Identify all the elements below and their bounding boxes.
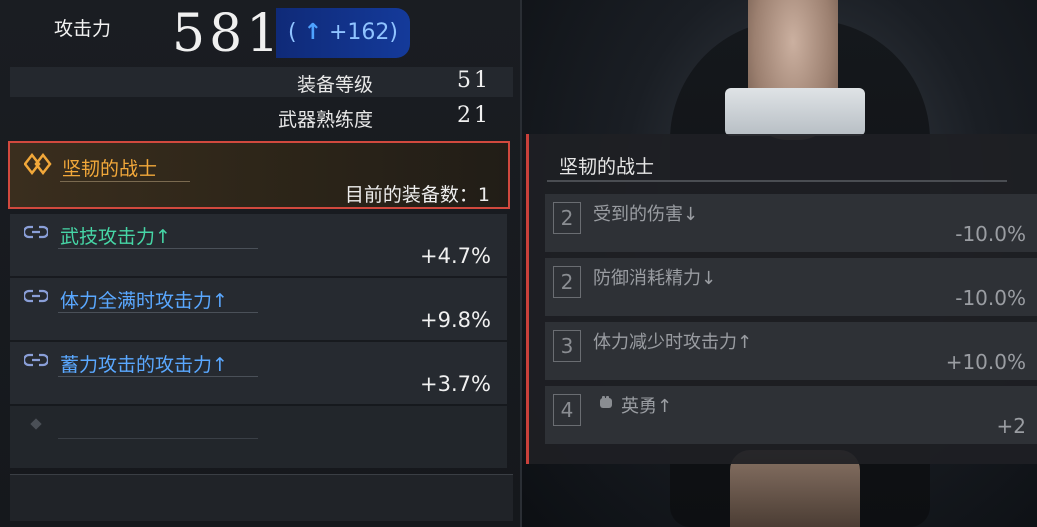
required-pieces-badge: 2 <box>553 202 581 234</box>
delta-open-paren: ( <box>287 20 297 45</box>
effect-name: 英勇↑ <box>621 396 673 417</box>
stat-row-weapon-proficiency: 武器熟练度 21 <box>10 102 513 132</box>
bonus-row[interactable]: 体力全满时攻击力↑ +9.8% <box>10 278 507 340</box>
bonus-name: 蓄力攻击的攻击力↑ <box>60 354 228 376</box>
fist-icon <box>597 394 615 412</box>
set-diamond-icon <box>23 152 52 176</box>
required-pieces-badge: 3 <box>553 330 581 362</box>
required-pieces-badge: 2 <box>553 266 581 298</box>
set-effect-row: 2 防御消耗精力↓ -10.0% <box>545 258 1037 316</box>
set-equipped-count: 目前的装备数：1 <box>344 184 490 206</box>
empty-underline <box>58 438 258 439</box>
set-name: 坚韧的战士 <box>62 158 158 180</box>
bonus-row[interactable]: 武技攻击力↑ +4.7% <box>10 214 507 276</box>
bonus-underline <box>58 248 258 249</box>
attack-delta-badge: ( ↑ +162) <box>276 8 410 58</box>
chain-link-icon <box>22 350 50 370</box>
effect-name: 受到的伤害↓ <box>593 204 699 225</box>
bonus-value: +3.7% <box>420 372 491 396</box>
bonus-name: 武技攻击力↑ <box>60 226 171 248</box>
effect-value: -10.0% <box>955 286 1026 310</box>
required-pieces-badge: 4 <box>553 394 581 426</box>
equipment-stats-panel: 攻击力 581 ( ↑ +162) 装备等级 51 武器熟练度 21 坚韧的战士… <box>0 0 522 527</box>
stat-label: 装备等级 <box>296 74 373 96</box>
delta-value: +162) <box>329 20 399 45</box>
set-effect-row: 3 体力减少时攻击力↑ +10.0% <box>545 322 1037 380</box>
stat-value: 51 <box>457 68 491 93</box>
bonus-name: 体力全满时攻击力↑ <box>60 290 228 312</box>
effect-name: 体力减少时攻击力↑ <box>593 332 753 353</box>
character-top <box>725 88 865 136</box>
bonus-row[interactable]: 蓄力攻击的攻击力↑ +3.7% <box>10 342 507 404</box>
bonus-underline <box>58 312 258 313</box>
stat-row-equip-level: 装备等级 51 <box>10 67 513 97</box>
set-detail-panel: 坚韧的战士 2 受到的伤害↓ -10.0% 2 防御消耗精力↓ -10.0% 3… <box>526 134 1037 464</box>
bonus-underline <box>58 376 258 377</box>
bonus-value: +4.7% <box>420 244 491 268</box>
empty-bonus-slot <box>10 406 507 468</box>
set-name-underline <box>60 181 190 182</box>
attack-label: 攻击力 <box>54 18 112 40</box>
set-effect-row: 2 受到的伤害↓ -10.0% <box>545 194 1037 252</box>
effect-value: -10.0% <box>955 222 1026 246</box>
chain-link-icon <box>22 222 50 242</box>
detail-title-divider <box>547 180 1007 182</box>
attack-value: 581 <box>172 4 284 64</box>
chain-link-icon <box>22 286 50 306</box>
set-effect-row: 4 英勇↑ +2 <box>545 386 1037 444</box>
selected-set-bonus-card[interactable]: 坚韧的战士 目前的装备数：1 <box>8 141 510 209</box>
bonus-value: +9.8% <box>420 308 491 332</box>
empty-diamond-icon <box>30 418 42 430</box>
up-arrow-icon: ↑ <box>303 20 322 45</box>
stat-value: 21 <box>457 103 491 128</box>
effect-value: +2 <box>996 414 1026 438</box>
effect-value: +10.0% <box>945 350 1026 374</box>
detail-title: 坚韧的战士 <box>559 156 655 178</box>
effect-name: 防御消耗精力↓ <box>593 268 717 289</box>
stat-label: 武器熟练度 <box>277 109 373 131</box>
bottom-bar <box>10 474 513 521</box>
